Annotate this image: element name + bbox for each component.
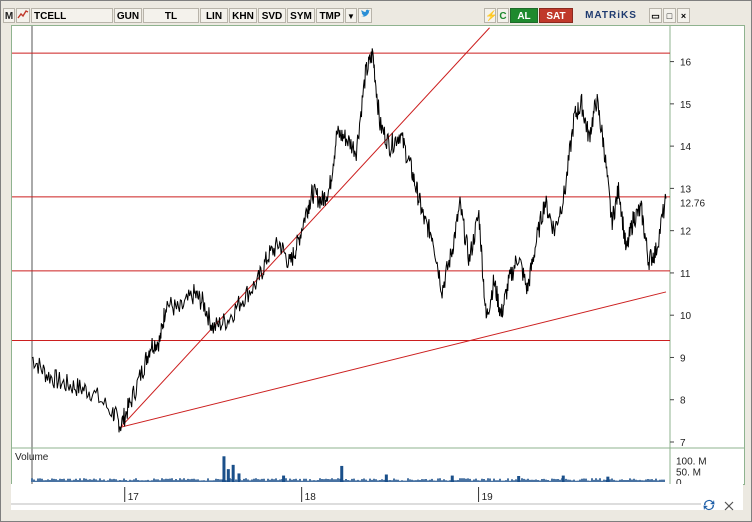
lightning-icon[interactable]: ⚡ — [484, 8, 497, 23]
volume-tick-label: 50. M — [676, 467, 701, 478]
volume-spike — [606, 476, 610, 482]
volume-spike — [222, 456, 226, 482]
period-button[interactable]: GUN — [114, 8, 142, 23]
x-tick-label: 17 — [128, 492, 140, 503]
symbol-field[interactable]: TCELL — [31, 8, 113, 23]
close-icon[interactable]: × — [677, 8, 690, 23]
currency-button[interactable]: TL — [143, 8, 199, 23]
y-tick-label: 15 — [680, 100, 692, 111]
scale-button[interactable]: LIN — [200, 8, 228, 23]
template-dropdown-icon[interactable]: ▼ — [345, 8, 357, 23]
time-axis-bar: 17 18 19 — [11, 484, 743, 510]
volume-spike — [282, 475, 286, 482]
symbol-button[interactable]: SYM — [287, 8, 315, 23]
chart-area[interactable]: 16 15 14 13 12 11 10 9 8 7 12.76 Volume 100. M 50. M0 — [11, 25, 745, 489]
brand-logo: MATRiKS — [585, 10, 637, 21]
volume-spike — [237, 473, 241, 482]
volume-spike — [384, 474, 388, 482]
volume-tick-label: 100. M — [676, 457, 707, 468]
sell-button[interactable]: SAT — [539, 8, 573, 23]
volume-spike — [231, 464, 235, 482]
volume-spike — [226, 469, 230, 482]
maximize-icon[interactable]: □ — [663, 8, 676, 23]
y-tick-label: 14 — [680, 142, 692, 153]
y-tick-label: 12 — [680, 227, 692, 238]
time-axis: 17 18 19 — [11, 487, 701, 505]
refresh-icon[interactable]: C — [497, 8, 509, 23]
volume-spike — [450, 475, 454, 482]
last-price-label: 12.76 — [680, 199, 705, 210]
symbol-list-icon[interactable] — [16, 8, 30, 23]
y-tick-label: 13 — [680, 184, 692, 195]
buy-button[interactable]: AL — [510, 8, 538, 23]
sync-icon[interactable] — [701, 497, 717, 513]
y-tick-label: 16 — [680, 58, 692, 69]
close-type-button[interactable]: KHN — [229, 8, 257, 23]
minimize-icon[interactable]: ▭ — [649, 8, 662, 23]
price-line — [31, 48, 667, 433]
volume-bars — [31, 478, 665, 482]
y-tick-label: 7 — [680, 438, 686, 449]
twitter-bird-icon[interactable] — [358, 8, 372, 23]
volume-toggle-button[interactable]: SVD — [258, 8, 286, 23]
y-tick-label: 9 — [680, 353, 686, 364]
y-tick-label: 11 — [680, 269, 691, 280]
y-tick-label: 8 — [680, 396, 686, 407]
x-tick-label: 18 — [305, 492, 317, 503]
trendline — [120, 27, 490, 428]
trendline — [120, 291, 667, 428]
x-tick-label: 19 — [482, 492, 494, 503]
collapse-icon[interactable] — [723, 500, 735, 512]
volume-spike — [340, 465, 344, 482]
template-button[interactable]: TMP — [316, 8, 344, 23]
matriks-logo-icon[interactable]: M — [3, 8, 15, 23]
volume-label: Volume — [15, 452, 49, 463]
price-chart[interactable]: 1615141312111098712.76Volume 100. M50. M0 — [12, 26, 744, 489]
chart-window: M TCELL GUN TL LIN KHN SVD SYM TMP ▼ ⚡ C… — [0, 0, 752, 522]
y-tick-label: 10 — [680, 311, 692, 322]
toolbar: M TCELL GUN TL LIN KHN SVD SYM TMP ▼ ⚡ C… — [3, 7, 749, 24]
volume-spike — [561, 475, 565, 482]
volume-spike — [517, 476, 521, 482]
